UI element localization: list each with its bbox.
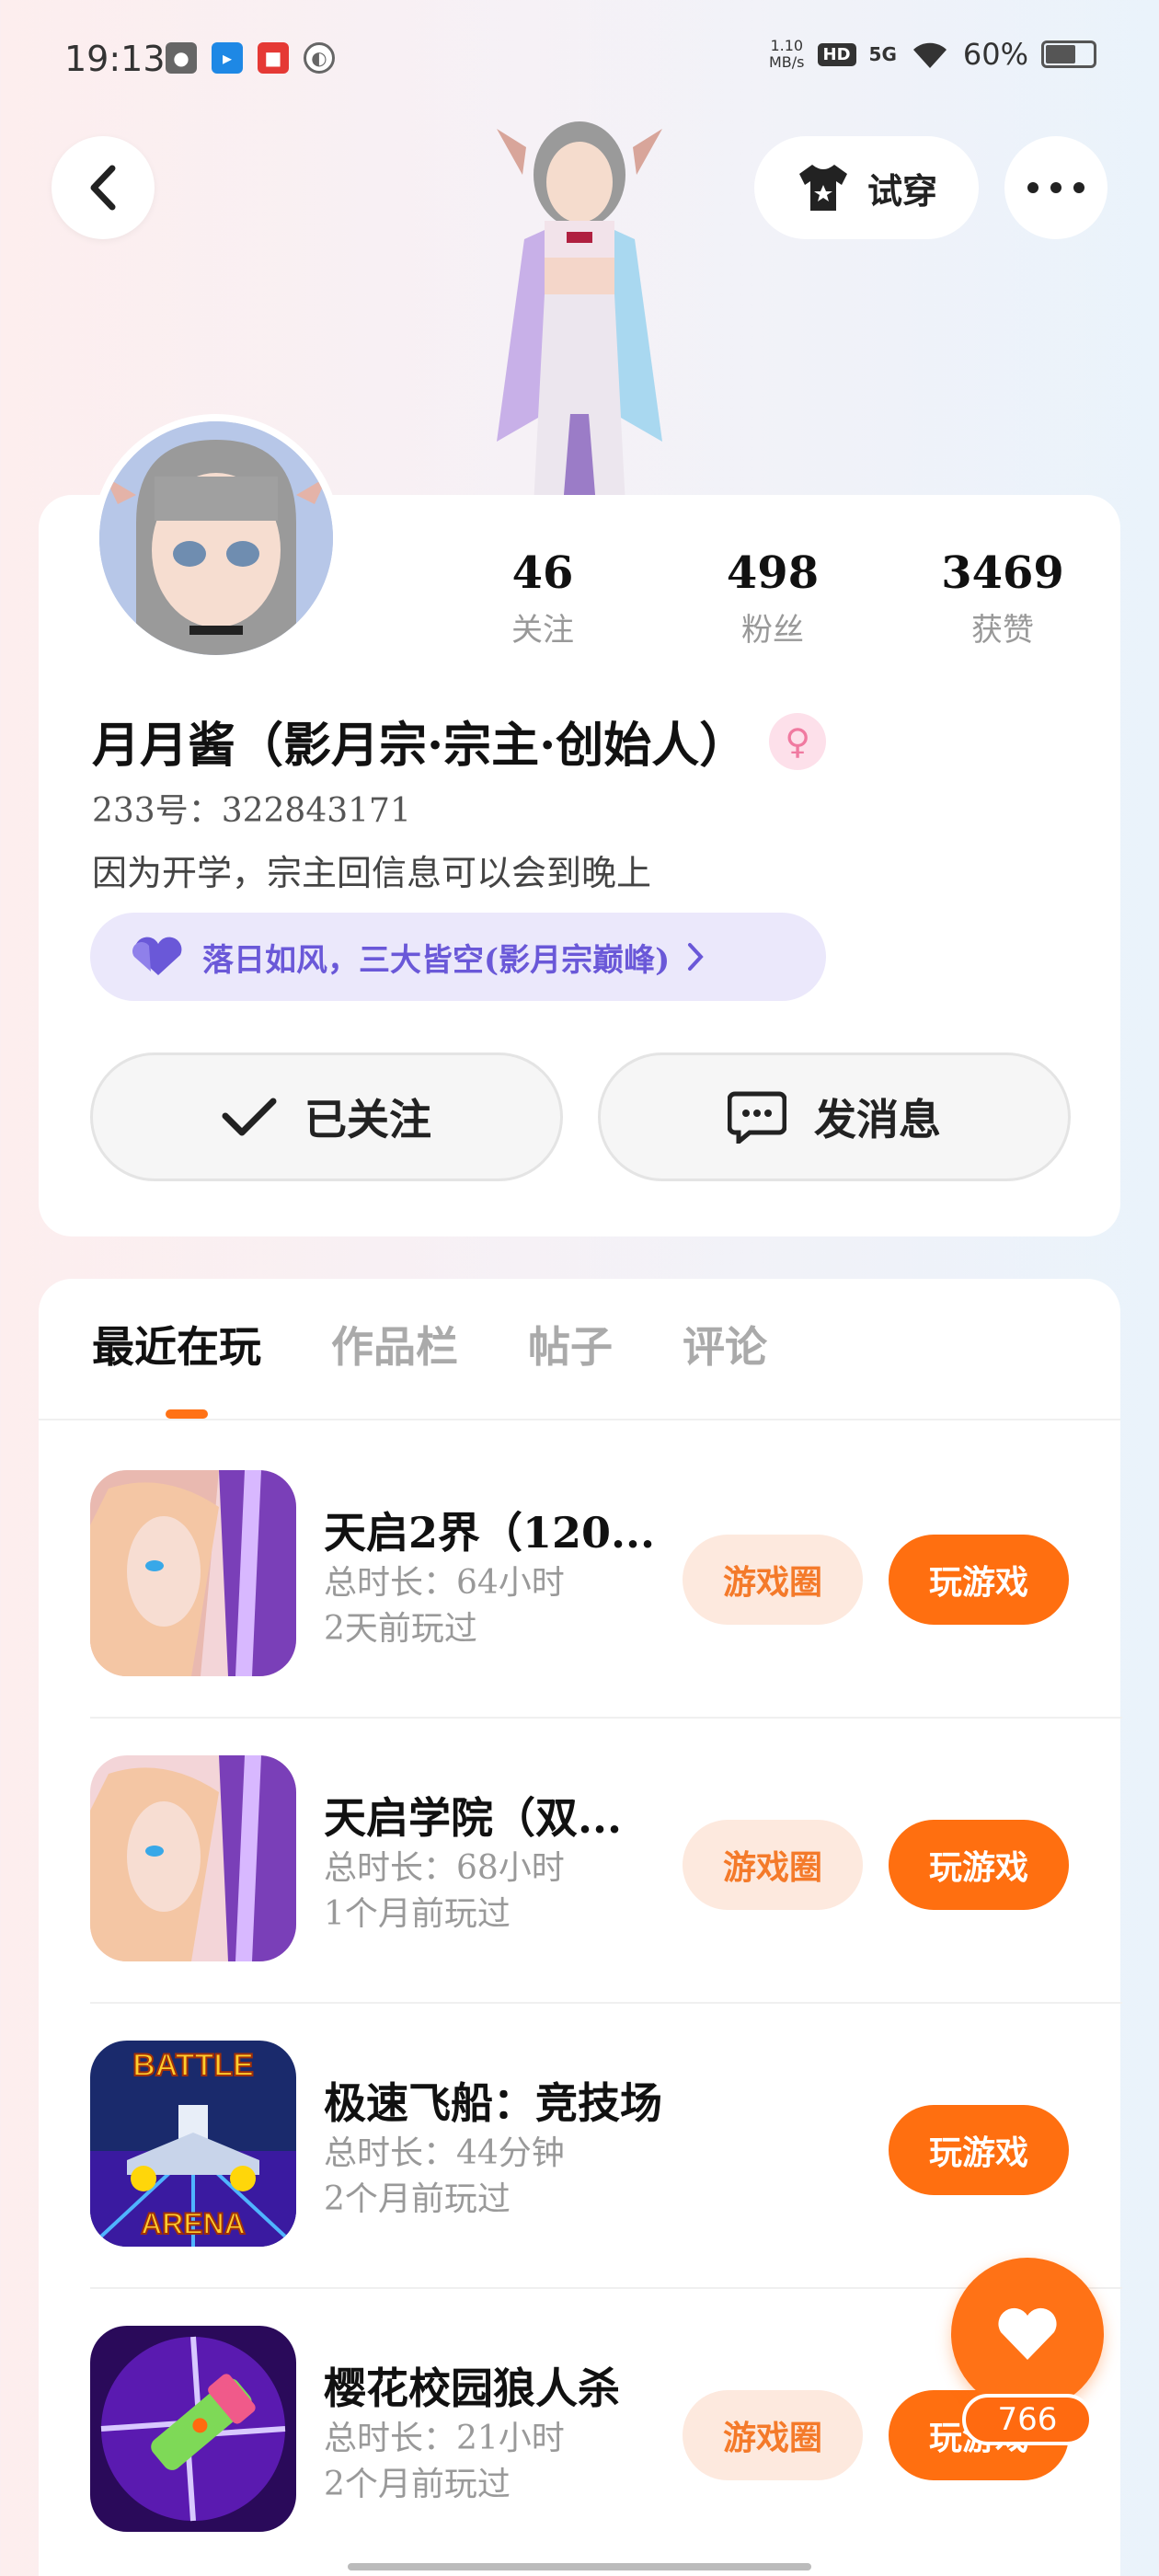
game-title: 天启学院（双... [324,1793,623,1843]
hd-badge: HD [817,42,856,66]
play-game-button[interactable]: 玩游戏 [889,1820,1069,1910]
battery-icon [1041,40,1096,68]
game-duration: 总时长：21小时 [324,2420,565,2457]
send-message-label: 发消息 [814,1095,941,1144]
wifi-icon [912,42,947,68]
stat-likes[interactable]: 3469 获赞 [920,547,1085,650]
name-row: 月月酱（影月宗·宗主·创始人） ♀ [92,707,827,776]
stat-followers[interactable]: 498 粉丝 [690,547,855,650]
try-on-button[interactable]: 试穿 [754,136,979,239]
game-last-played: 2天前玩过 [324,1610,477,1648]
list-item[interactable]: 天启学院（双... 总时长：68小时 1个月前玩过 游戏圈 玩游戏 [90,1719,1122,2004]
game-circle-button[interactable]: 游戏圈 [683,1535,863,1625]
game-title: 樱花校园狼人杀 [324,2363,620,2413]
tabs-divider [39,1419,1120,1420]
profile-tabs: 最近在玩 作品栏 帖子 评论 [92,1314,767,1374]
user-name: 月月酱（影月宗·宗主·创始人） [92,718,748,774]
app-blue-icon: ▸ [212,42,243,74]
game-icon-tianqi2[interactable] [90,1470,296,1676]
try-on-label: 试穿 [866,170,937,212]
heart-icon [132,937,182,975]
game-icon-sakura-werewolf[interactable] [90,2326,296,2532]
game-last-played: 1个月前玩过 [324,1895,511,1933]
tab-recently-played[interactable]: 最近在玩 [92,1314,261,1374]
game-icon-tianqi-academy[interactable] [90,1755,296,1961]
play-game-button[interactable]: 玩游戏 [889,1535,1069,1625]
avatar-3d-figure [497,121,662,506]
wechat-icon: ● [166,42,197,74]
game-duration: 总时长：64小时 [324,1564,565,1602]
back-button[interactable] [52,136,155,239]
female-icon: ♀ [769,712,827,770]
chat-bubble-icon [728,1091,786,1144]
list-item[interactable]: BATTLE ARENA 极速飞船：竞技场 总时长：44分钟 2个月前玩过 玩游… [90,2004,1122,2289]
tab-works[interactable]: 作品栏 [331,1314,458,1374]
followed-label: 已关注 [304,1095,431,1144]
like-count-badge: 766 [962,2394,1093,2445]
game-meta: 总时长：68小时 1个月前玩过 [324,1846,565,1938]
game-title: 天启2界（120... [324,1508,656,1558]
user-id: 233号：322843171 [92,792,411,830]
game-last-played: 2个月前玩过 [324,2180,511,2218]
guild-label: 落日如风，三大皆空(影月宗巅峰) [202,941,671,979]
system-status: 1.10 MB/s HD 5G 60% [769,37,1096,72]
tab-comments[interactable]: 评论 [683,1314,767,1374]
more-dots-icon [1027,182,1084,193]
home-indicator[interactable] [348,2563,811,2570]
signal-5g-icon: 5G [868,43,897,65]
tshirt-icon [798,165,847,211]
play-game-button[interactable]: 玩游戏 [889,2105,1069,2195]
game-title: 极速飞船：竞技场 [324,2078,662,2128]
avatar[interactable] [92,414,340,662]
game-icon-text-bottom: ARENA [141,2207,246,2240]
heart-icon [998,2307,1057,2360]
tab-indicator [166,1409,208,1419]
user-bio: 因为开学，宗主回信息可以会到晚上 [92,853,652,893]
game-duration: 总时长：44分钟 [324,2134,565,2172]
chevron-left-icon [90,165,116,211]
notification-icons: ● ▸ ■ ◐ [166,42,335,74]
profile-stats: 46 关注 498 粉丝 3469 获赞 [460,547,1085,650]
game-icon-text-top: BATTLE [132,2048,254,2083]
game-meta: 总时长：21小时 2个月前玩过 [324,2416,565,2508]
more-button[interactable] [1004,136,1107,239]
game-circle-button[interactable]: 游戏圈 [683,1820,863,1910]
net-speed: 1.10 MB/s [769,37,805,71]
chevron-right-icon [688,943,704,971]
game-meta: 总时长：44分钟 2个月前玩过 [324,2131,565,2223]
send-message-button[interactable]: 发消息 [598,1052,1071,1181]
game-duration: 总时长：68小时 [324,1849,565,1887]
guild-chip[interactable]: 落日如风，三大皆空(影月宗巅峰) [90,913,826,1001]
app-red-icon: ■ [258,42,289,74]
game-circle-button[interactable]: 游戏圈 [683,2390,863,2480]
game-last-played: 2个月前玩过 [324,2466,511,2503]
followed-button[interactable]: 已关注 [90,1052,563,1181]
status-bar: 19:13 ● ▸ ■ ◐ 1.10 MB/s HD 5G 60% [0,0,1159,120]
app-circle-icon: ◐ [304,42,335,74]
game-icon-battle-arena[interactable]: BATTLE ARENA [90,2041,296,2247]
status-time: 19:13 [64,39,166,79]
avatar-image [99,421,333,655]
list-item[interactable]: 天启2界（120... 总时长：64小时 2天前玩过 游戏圈 玩游戏 [90,1433,1122,1719]
check-icon [222,1098,277,1136]
battery-percent: 60% [962,37,1028,72]
stat-following[interactable]: 46 关注 [460,547,625,650]
game-meta: 总时长：64小时 2天前玩过 [324,1560,565,1652]
like-button[interactable] [951,2258,1104,2410]
tab-posts[interactable]: 帖子 [528,1314,613,1374]
